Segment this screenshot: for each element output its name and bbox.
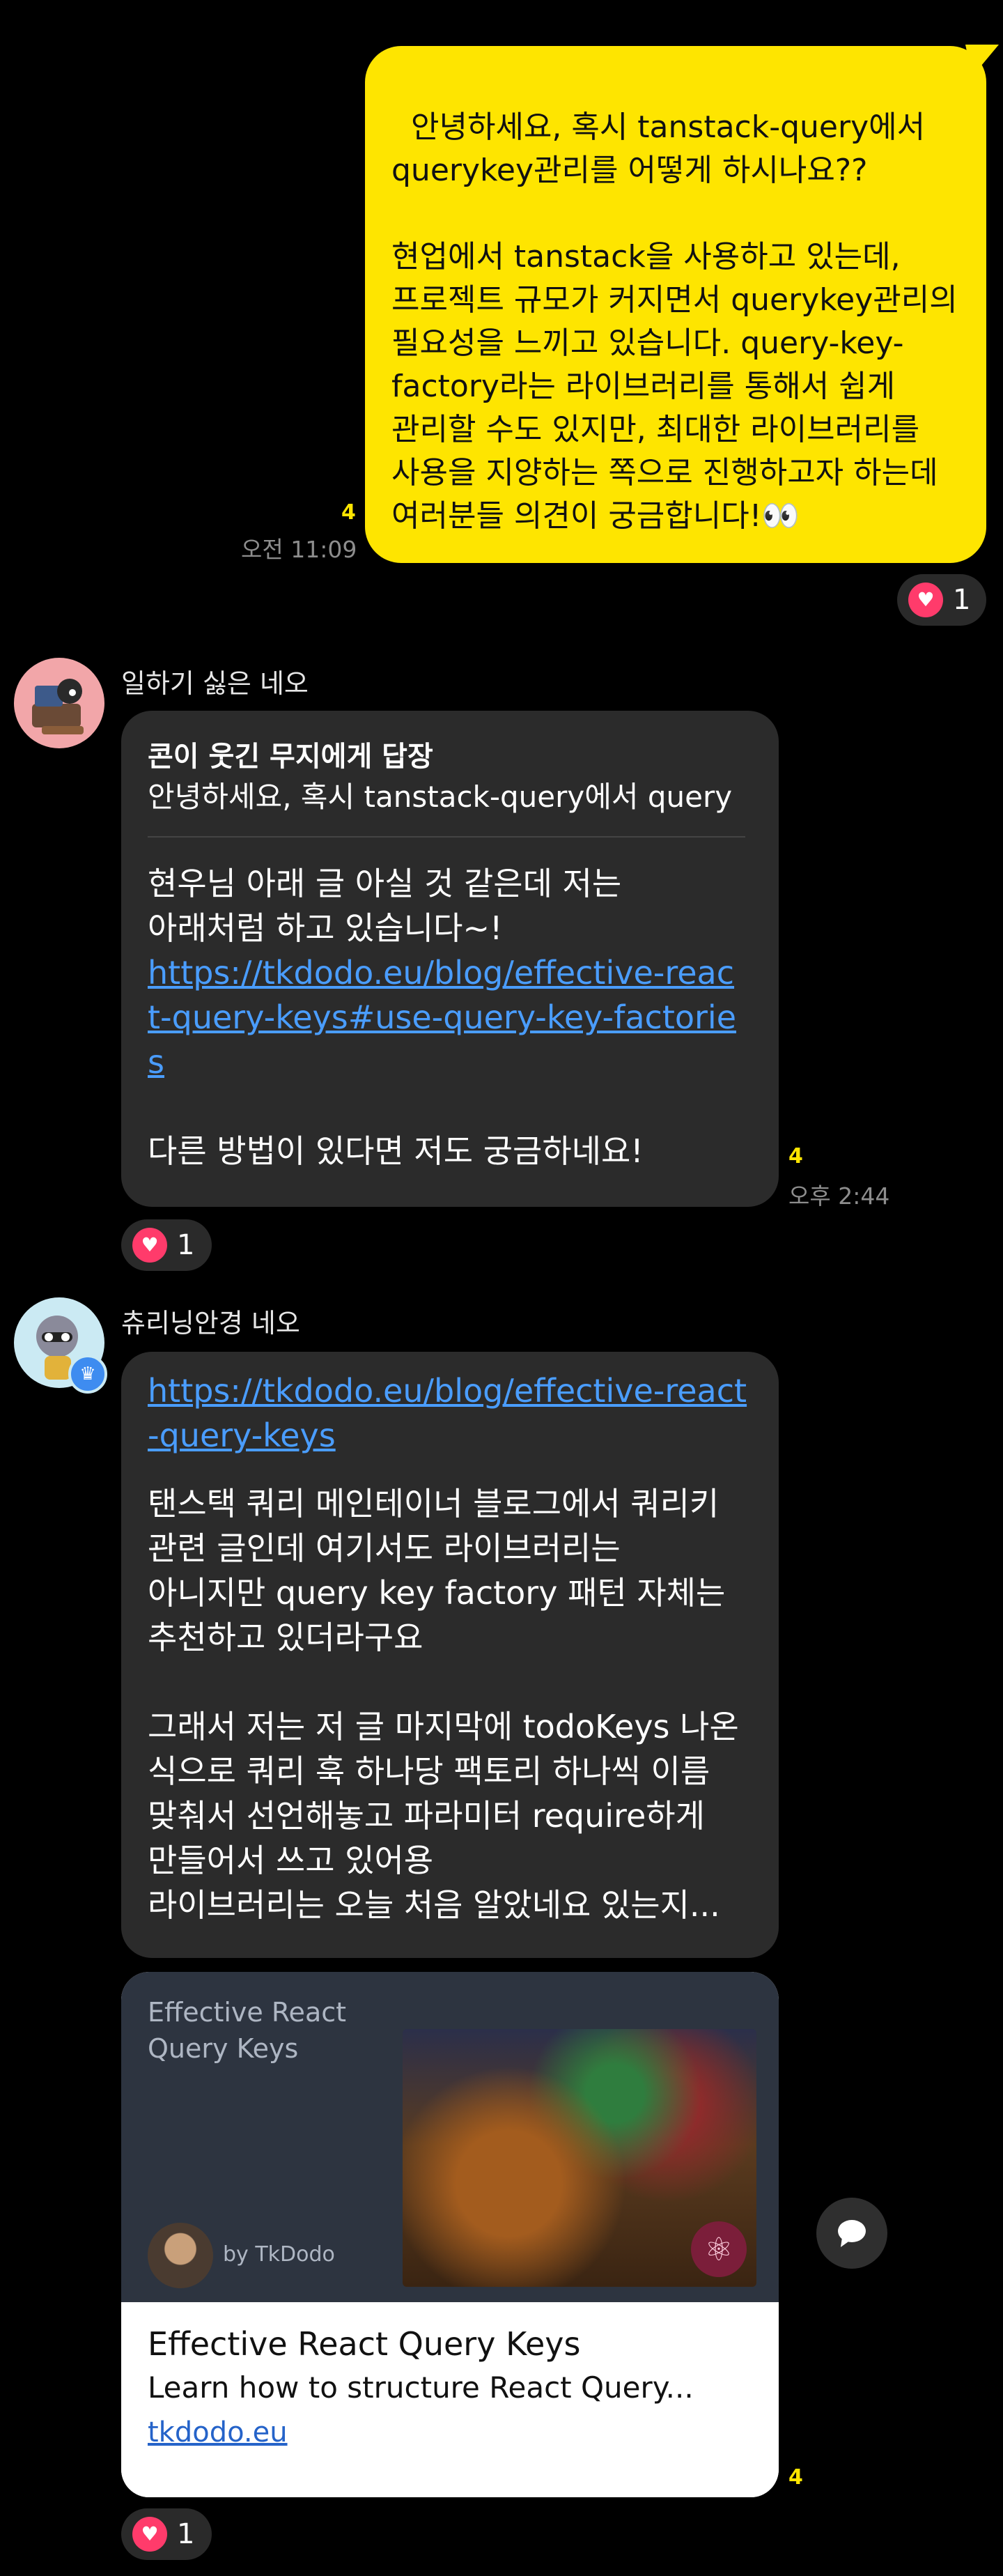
sender-name: 일하기 싫은 네오 [121,668,309,699]
link-preview-card[interactable]: Effective React Query Keys ⚛ by TkDodo E… [121,1972,779,2497]
reply-message-bubble[interactable]: 콘이 웃긴 무지에게 답장 안녕하세요, 혹시 tanstack-query에서… [121,711,779,1207]
reaction-badge[interactable]: ♥ 1 [897,574,986,626]
card-body: Effective React Query Keys Learn how to … [121,2302,779,2497]
react-logo-icon: ⚛ [691,2221,747,2277]
heart-icon: ♥ [132,1228,167,1263]
message-text: 그래서 저는 저 글 마지막에 todoKeys 나온 식으로 쿼리 훅 하나당… [148,1708,739,1879]
message-link[interactable]: https://tkdodo.eu/blog/effective-react-q… [148,950,745,1084]
card-header: Effective React Query Keys ⚛ by TkDodo [121,1972,779,2302]
card-title: Effective React Query Keys [148,2325,581,2363]
message-text: 현우님 아래 글 아실 것 같은데 저는 아래처럼 하고 있습니다~! [148,865,622,947]
crown-badge-icon: ♛ [68,1355,107,1394]
unread-count: 4 [341,500,356,525]
reply-header: 콘이 웃긴 무지에게 답장 [148,741,433,773]
message-text: 다른 방법이 있다면 저도 궁금하네요! [148,1132,644,1170]
heart-icon: ♥ [908,583,943,617]
my-message-bubble[interactable]: 안녕하세요, 혹시 tanstack-query에서 querykey관리를 어… [365,46,986,563]
card-domain-link[interactable]: tkdodo.eu [148,2409,752,2455]
speech-bubble-icon [838,2220,866,2247]
sender-name: 츄리닝안경 네오 [121,1308,300,1339]
reaction-count: 1 [177,1229,195,1261]
reaction-badge[interactable]: ♥ 1 [121,1219,212,1271]
reaction-count: 1 [953,584,971,616]
author-avatar [148,2223,213,2288]
profile-character-icon [32,679,84,734]
reaction-badge[interactable]: ♥ 1 [121,2508,212,2560]
card-author: by TkDodo [223,2242,335,2267]
card-thumbnail: ⚛ [403,2029,756,2287]
unread-count: 4 [788,1144,803,1169]
card-site-title: Effective React Query Keys [148,1997,355,2064]
avatar[interactable] [14,658,104,748]
message-bubble[interactable]: https://tkdodo.eu/blog/effective-react-q… [121,1352,779,1958]
unread-count: 4 [788,2465,803,2490]
heart-icon: ♥ [132,2517,167,2552]
message-link[interactable]: https://tkdodo.eu/blog/effective-react-q… [148,1368,748,1458]
message-text: 탠스택 쿼리 메인테이너 블로그에서 쿼리키 관련 글인데 여기서도 라이브러리… [148,1485,726,1656]
my-message-text: 안녕하세요, 혹시 tanstack-query에서 querykey관리를 어… [391,109,958,534]
reply-quote: 안녕하세요, 혹시 tanstack-query에서 query [148,780,733,814]
card-description: Learn how to structure React Query... [148,2370,694,2405]
reaction-count: 1 [177,2518,195,2550]
message-time: 오전 11:09 [241,536,357,563]
message-time: 오후 2:44 [788,1182,890,1210]
share-button[interactable] [816,2198,887,2269]
message-text: 라이브러리는 오늘 처음 알았네요 있는지... [148,1886,720,1924]
divider [148,836,745,838]
